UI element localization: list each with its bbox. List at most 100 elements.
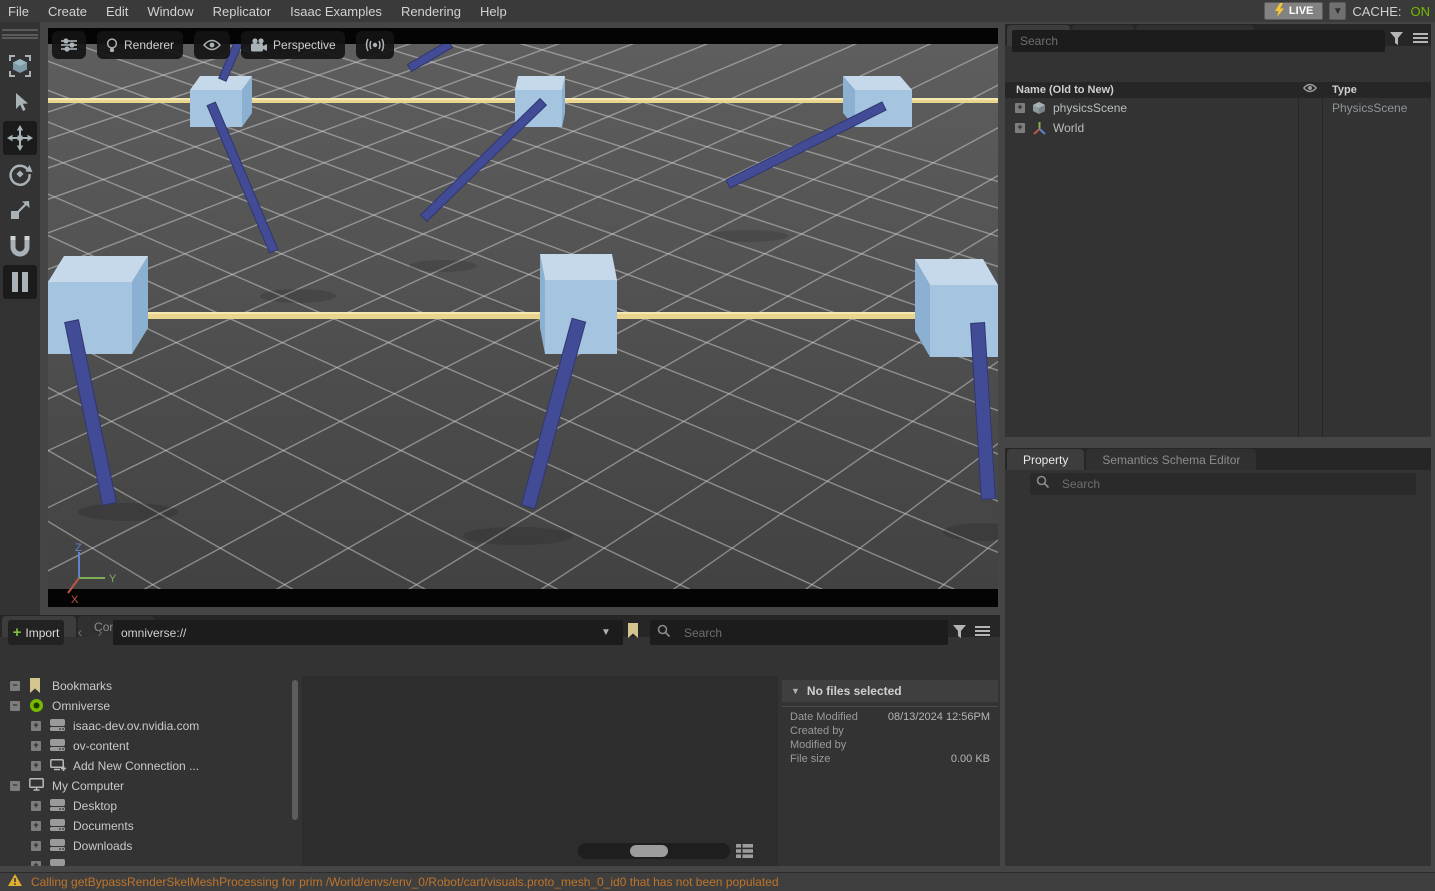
cache-status-value: ON — [1411, 4, 1431, 19]
bookmark-icon[interactable] — [627, 623, 639, 638]
expand-icon[interactable]: − — [10, 701, 20, 711]
menu-item-window[interactable]: Window — [147, 4, 193, 19]
menu-item-file[interactable]: File — [8, 4, 29, 19]
tool-cursor-button[interactable] — [3, 85, 37, 119]
thumbnail-size-slider[interactable] — [578, 843, 730, 859]
viewport[interactable]: Renderer Perspective ZYX — [48, 28, 998, 607]
expand-icon[interactable]: + — [31, 761, 41, 771]
visibility-button[interactable] — [194, 31, 230, 59]
property-search — [1030, 473, 1416, 495]
expand-icon[interactable]: + — [31, 821, 41, 831]
tree-scrollbar[interactable] — [292, 680, 298, 820]
expand-icon[interactable]: + — [1015, 103, 1025, 113]
stage-column-header[interactable]: Name (Old to New) Type — [1005, 82, 1431, 98]
expand-icon[interactable]: + — [31, 741, 41, 751]
forward-button[interactable]: › — [92, 620, 108, 645]
viewport-settings-button[interactable] — [52, 31, 86, 59]
menu-item-help[interactable]: Help — [480, 4, 507, 19]
tree-item-desktop[interactable]: + Desktop — [0, 796, 300, 816]
address-dropdown-icon[interactable]: ▼ — [601, 627, 611, 638]
renderer-label: Renderer — [124, 38, 174, 52]
detail-file-size: File size0.00 KB — [782, 753, 998, 767]
axis-gizmo: ZYX — [58, 543, 122, 605]
filter-icon[interactable] — [1390, 32, 1403, 45]
tree-item-label: Downloads — [73, 839, 132, 853]
detail-created-by: Created by — [782, 725, 998, 739]
live-dropdown-button[interactable]: ▼ — [1329, 2, 1346, 20]
tree-item-add-new-connection[interactable]: + Add New Connection ... — [0, 756, 300, 776]
tree-item-downloads[interactable]: + Downloads — [0, 836, 300, 856]
tree-item-ov-content[interactable]: +ov-content — [0, 736, 300, 756]
stage-panel: StageLayerRender Settings Name (Old to N… — [1005, 24, 1431, 437]
axis-icon — [1032, 121, 1047, 141]
live-button[interactable]: LIVE — [1264, 2, 1323, 20]
toolbar-drag-handle[interactable] — [2, 29, 38, 39]
expand-icon[interactable]: + — [31, 721, 41, 731]
svg-text:Z: Z — [75, 543, 82, 554]
tree-item-label: Add New Connection ... — [73, 759, 199, 773]
viewport-3d-scene[interactable] — [48, 44, 998, 589]
menu-item-rendering[interactable]: Rendering — [401, 4, 461, 19]
expand-icon[interactable]: − — [10, 781, 20, 791]
warning-icon — [8, 873, 22, 891]
status-message[interactable]: Calling getBypassRenderSkelMeshProcessin… — [31, 875, 779, 889]
tree-item-label: Omniverse — [52, 699, 110, 713]
prim-name[interactable]: physicsScene — [1053, 101, 1127, 115]
lightning-icon — [1274, 3, 1285, 20]
import-button[interactable]: + Import — [8, 620, 64, 645]
expand-icon[interactable]: + — [1015, 123, 1025, 133]
broadcast-button[interactable] — [356, 31, 394, 59]
omniverse-icon — [29, 698, 44, 718]
drive-icon — [50, 838, 65, 856]
back-button[interactable]: ‹ — [72, 620, 88, 645]
live-label: LIVE — [1289, 5, 1313, 17]
tree-item-omniverse[interactable]: − Omniverse — [0, 696, 300, 716]
menu-item-edit[interactable]: Edit — [106, 4, 128, 19]
import-label: Import — [25, 626, 59, 640]
tool-frame-button[interactable] — [3, 49, 37, 83]
options-menu-icon[interactable] — [975, 625, 990, 637]
tool-pause-button[interactable] — [3, 265, 37, 299]
filter-icon[interactable] — [953, 625, 966, 638]
expand-icon[interactable]: + — [31, 801, 41, 811]
tree-item-my-computer[interactable]: −My Computer — [0, 776, 300, 796]
tool-move-button[interactable] — [3, 121, 37, 155]
column-type[interactable]: Type — [1332, 84, 1357, 96]
address-bar-input[interactable] — [113, 620, 623, 645]
menu-bar: File Create Edit Window Replicator Isaac Exam… — [0, 0, 1435, 22]
prim-name[interactable]: World — [1053, 121, 1084, 135]
slider-handle[interactable] — [630, 845, 668, 857]
menu-item-isaac-examples[interactable]: Isaac Examples — [290, 4, 382, 19]
view-mode-icon[interactable] — [736, 844, 753, 858]
camera-dropdown[interactable]: Perspective — [241, 31, 345, 59]
menu-item-replicator[interactable]: Replicator — [213, 4, 272, 19]
tree-item-bookmarks[interactable]: −Bookmarks — [0, 676, 300, 696]
content-search-input[interactable] — [676, 623, 916, 643]
tree-item-isaac-dev-ov-nvidia-com[interactable]: +isaac-dev.ov.nvidia.com — [0, 716, 300, 736]
files-pane[interactable] — [302, 676, 778, 866]
stage-search-input[interactable] — [1012, 30, 1385, 52]
tree-item-documents[interactable]: +Documents — [0, 816, 300, 836]
renderer-dropdown[interactable]: Renderer — [97, 31, 183, 59]
column-name[interactable]: Name (Old to New) — [1016, 84, 1114, 96]
details-pane: ▼ No files selected Date Modified08/13/2… — [780, 676, 1000, 866]
stage-tree: +physicsScenePhysicsScene+World — [1005, 98, 1431, 138]
expand-icon[interactable]: + — [31, 861, 41, 866]
expand-icon[interactable]: − — [10, 681, 20, 691]
tree-item-clipped[interactable]: + — [0, 856, 300, 866]
tool-scale-button[interactable] — [3, 193, 37, 227]
property-tab-semantics-schema-editor[interactable]: Semantics Schema Editor — [1086, 449, 1256, 470]
menubar-right: LIVE ▼ CACHE: ON — [1264, 0, 1430, 22]
stage-row-world[interactable]: + World — [1005, 118, 1431, 138]
details-fields: Date Modified08/13/2024 12:56PMCreated b… — [782, 706, 998, 767]
property-tab-property[interactable]: Property — [1007, 449, 1084, 470]
expand-icon[interactable]: + — [31, 841, 41, 851]
menu-item-create[interactable]: Create — [48, 4, 87, 19]
options-menu-icon[interactable] — [1413, 32, 1428, 44]
tree-item-label: Desktop — [73, 799, 117, 813]
stage-row-physicsscene[interactable]: +physicsScenePhysicsScene — [1005, 98, 1431, 118]
details-header[interactable]: ▼ No files selected — [782, 680, 998, 702]
tool-magnet-button[interactable] — [3, 229, 37, 263]
property-search-input[interactable] — [1054, 474, 1384, 494]
tool-rotate-button[interactable] — [3, 157, 37, 191]
